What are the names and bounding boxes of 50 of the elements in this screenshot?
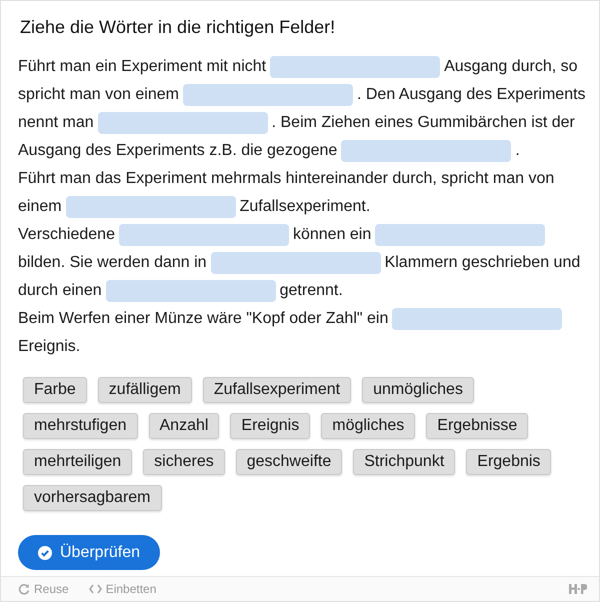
draggable-word[interactable]: Ergebnisse: [426, 413, 528, 439]
drop-zone[interactable]: [66, 196, 236, 218]
sentence-text: Ereignis.: [18, 338, 80, 356]
drop-zone[interactable]: [118, 224, 289, 246]
drop-zone[interactable]: [392, 308, 562, 330]
sentence-text: Ausgang des Experiments z.B. die gezogene: [18, 142, 338, 160]
draggable-word[interactable]: Ergebnis: [466, 449, 552, 475]
sentence-text: . Den Ausgang des Experiments: [356, 86, 586, 104]
drop-zone[interactable]: [375, 224, 546, 246]
sentence-text: nennt man: [18, 114, 94, 132]
draggable-word[interactable]: Farbe: [23, 377, 87, 403]
draggable-word[interactable]: Ereignis: [230, 413, 310, 439]
sentence-text: Verschiedene: [18, 226, 115, 244]
draggable-word[interactable]: mögliches: [321, 413, 416, 439]
sentence-text: Zufallsexperiment.: [240, 198, 370, 216]
sentence-text: getrennt.: [280, 282, 343, 300]
draggable-word[interactable]: mehrstufigen: [23, 413, 138, 439]
check-circle-icon: [38, 546, 52, 560]
sentence-text: .: [515, 142, 520, 160]
draggable-word[interactable]: sicheres: [143, 449, 225, 475]
draggable-word[interactable]: geschweifte: [236, 449, 342, 475]
sentence-text: spricht man von einem: [18, 86, 179, 104]
code-icon: [88, 584, 102, 594]
drop-zone[interactable]: [270, 56, 440, 78]
draggable-word[interactable]: Zufallsexperiment: [202, 377, 352, 403]
draggable-word[interactable]: zufälligem: [98, 377, 192, 403]
sentence-text: Führt man das Experiment mehrmals hintereinander durch, spricht man von: [18, 170, 554, 188]
sentence-text: Klammern geschrieben und: [384, 254, 580, 272]
sentence-text: Führt man ein Experiment mit nicht: [18, 58, 266, 76]
sentence-text: durch einen: [18, 282, 102, 300]
sentence-text: bilden. Sie werden dann in: [18, 254, 207, 272]
sentence-text: einem: [18, 198, 62, 216]
draggable-word[interactable]: Strichpunkt: [353, 449, 456, 475]
drop-zone[interactable]: [98, 112, 268, 134]
draggable-word[interactable]: unmögliches: [362, 377, 474, 403]
sentence-text: Beim Werfen einer Münze wäre "Kopf oder Zahl" ein: [18, 310, 388, 328]
drop-zone[interactable]: [341, 140, 512, 162]
refresh-icon: [18, 583, 30, 595]
task-title: Ziehe die Wörter in die richtigen Felder!: [20, 17, 336, 38]
draggable-word[interactable]: vorhersagbarem: [23, 485, 162, 511]
check-button[interactable]: Überprüfen: [18, 535, 160, 570]
drop-zone[interactable]: [106, 280, 276, 302]
draggable-word[interactable]: Anzahl: [148, 413, 220, 439]
draggable-word[interactable]: mehrteiligen: [23, 449, 132, 475]
drop-zone[interactable]: [182, 84, 353, 106]
sentence-text: . Beim Ziehen eines Gummibärchen ist der: [272, 114, 575, 132]
sentence-text: können ein: [292, 226, 372, 244]
sentence-text: Ausgang durch, so: [444, 58, 578, 76]
logo-icon: [569, 584, 587, 594]
drop-zone[interactable]: [210, 252, 381, 274]
